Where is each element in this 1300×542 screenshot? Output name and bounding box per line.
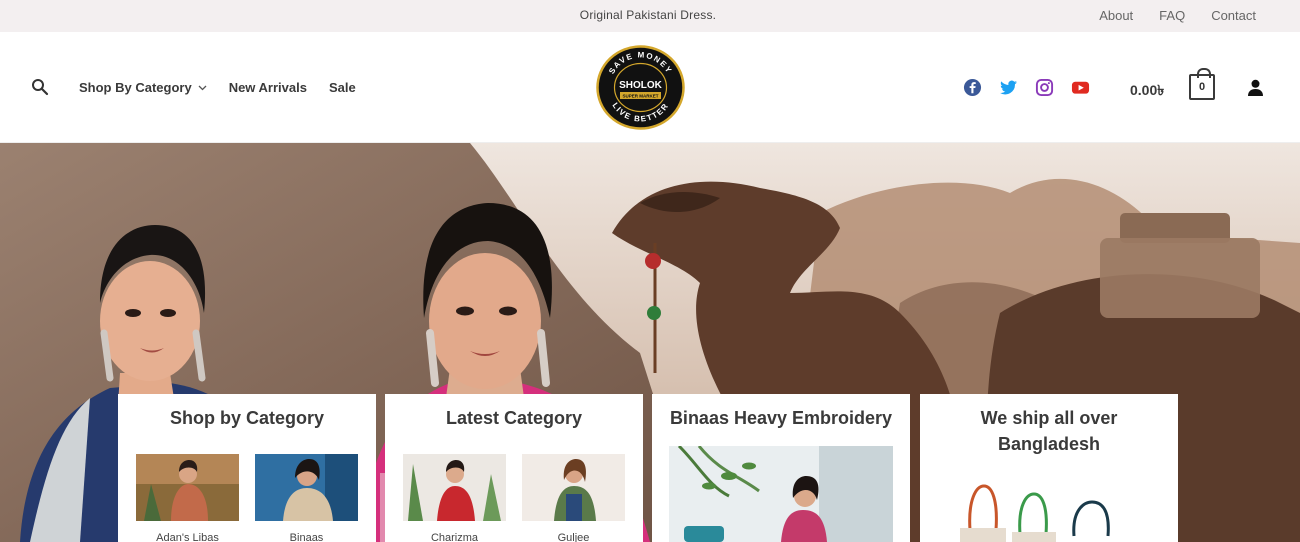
youtube-icon[interactable] [1071, 78, 1090, 97]
chevron-down-icon [198, 85, 207, 91]
latest-thumbs: Charizma Guljee [385, 454, 643, 542]
site-header: Shop By Category New Arrivals Sale SAVE … [0, 32, 1300, 143]
top-bar: Original Pakistani Dress. About FAQ Cont… [0, 0, 1300, 32]
nav-label: Shop By Category [79, 80, 192, 95]
nav-label: New Arrivals [228, 80, 307, 95]
nav-label: Sale [328, 80, 356, 95]
card-title: We ship all over Bangladesh [980, 408, 1118, 454]
cart-total[interactable]: 0.00৳ [1130, 79, 1164, 103]
category-thumbs: Adan's Libas Binaas [118, 454, 376, 542]
category-image [522, 454, 625, 521]
category-label: Charizma [430, 532, 479, 542]
cart-count: 0 [1198, 81, 1206, 93]
instagram-icon[interactable] [1035, 78, 1054, 97]
card-title: Latest Category [445, 408, 583, 428]
logo-name: SHOLOK [619, 80, 663, 91]
latest-category-card: Latest Category Charizma Guljee [385, 394, 643, 542]
category-label: Adan's Libas [156, 532, 219, 542]
social-links [963, 78, 1090, 97]
cart-icon[interactable]: 0 [1189, 68, 1215, 100]
faq-link[interactable]: FAQ [1159, 8, 1185, 23]
shop-by-category-card: Shop by Category Adan's Libas Binaas [118, 394, 376, 542]
user-icon[interactable] [1247, 79, 1264, 96]
category-image [403, 454, 506, 521]
top-links: About FAQ Contact [1099, 8, 1256, 23]
about-link[interactable]: About [1099, 8, 1133, 23]
shipping-card: We ship all over Bangladesh [920, 394, 1178, 542]
nav-sale[interactable]: Sale [329, 80, 356, 95]
category-image [136, 454, 239, 521]
search-icon[interactable] [31, 78, 49, 96]
nav-new-arrivals[interactable]: New Arrivals [229, 80, 307, 95]
category-label: Binaas [289, 532, 324, 542]
facebook-icon[interactable] [963, 78, 982, 97]
category-item[interactable]: Guljee [522, 454, 625, 542]
tote-bags-image [960, 484, 1110, 542]
category-item[interactable]: Binaas [255, 454, 358, 542]
card-title: Shop by Category [169, 408, 325, 428]
category-item[interactable]: Adan's Libas [136, 454, 239, 542]
binaas-embroidery-card: Binaas Heavy Embroidery [652, 394, 910, 542]
twitter-icon[interactable] [999, 78, 1018, 97]
nav-shop-by-category[interactable]: Shop By Category [79, 80, 207, 95]
contact-link[interactable]: Contact [1211, 8, 1256, 23]
sholok-logo[interactable]: SAVE MONEY LIVE BETTER SHOLOK SUPER MARK… [596, 45, 685, 130]
binaas-embroidery-image[interactable] [669, 446, 893, 542]
category-label: Guljee [557, 532, 590, 542]
card-title: Binaas Heavy Embroidery [669, 408, 893, 428]
category-image [255, 454, 358, 521]
category-item[interactable]: Charizma [403, 454, 506, 542]
logo-sub: SUPER MARKET [622, 94, 658, 99]
main-nav: Shop By Category New Arrivals Sale [79, 80, 356, 95]
